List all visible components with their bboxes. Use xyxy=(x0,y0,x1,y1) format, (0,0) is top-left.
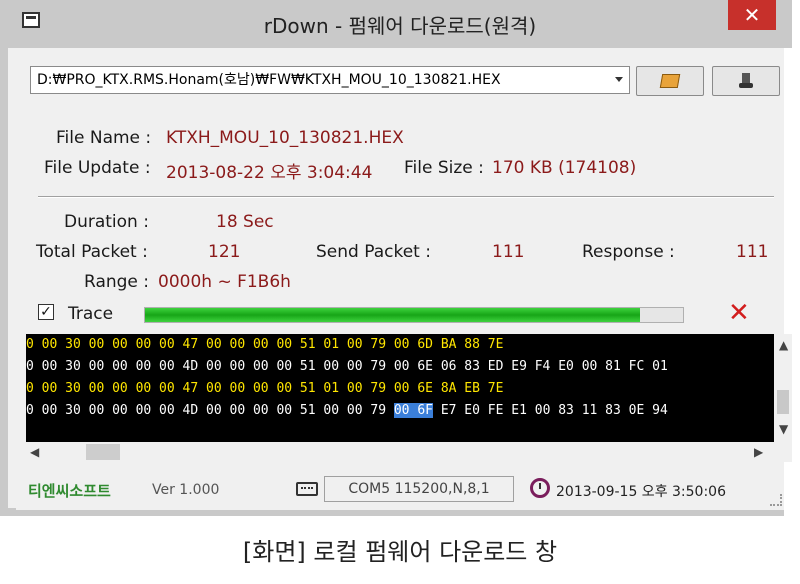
send-packet-label: Send Packet : xyxy=(316,242,431,262)
hex-line: 0 00 30 00 00 00 00 4D 00 00 00 00 51 00… xyxy=(26,359,668,374)
file-name-label: File Name : xyxy=(56,128,152,148)
resize-grip-icon[interactable] xyxy=(770,494,782,506)
status-bar: 티엔씨소프트 Ver 1.000 COM5 115200,N,8,1 2013-… xyxy=(16,472,784,508)
vertical-scrollbar[interactable]: ▲ ▼ xyxy=(774,334,792,442)
caption: [화면] 로컬 펌웨어 다운로드 창 xyxy=(242,538,558,566)
file-update-label: File Update : xyxy=(44,158,151,178)
hex-trace-view[interactable]: 0 00 30 00 00 00 00 47 00 00 00 00 51 01… xyxy=(26,334,774,442)
datetime-label: 2013-09-15 오후 3:50:06 xyxy=(556,484,726,500)
download-device-icon xyxy=(739,73,753,89)
chevron-down-icon[interactable] xyxy=(615,77,623,82)
close-button[interactable]: ✕ xyxy=(728,0,776,30)
duration-value: 18 Sec xyxy=(216,212,274,232)
response-label: Response : xyxy=(582,242,675,262)
title-bar[interactable]: rDown - 펌웨어 다운로드(원격) ✕ xyxy=(8,0,792,48)
download-button[interactable] xyxy=(712,66,780,96)
hex-line: 0 00 30 00 00 00 00 47 00 00 00 00 51 01… xyxy=(26,381,504,396)
send-packet-value: 111 xyxy=(492,242,525,262)
range-value: 0000h ~ F1B6h xyxy=(158,272,291,292)
separator xyxy=(38,196,774,198)
hex-selection[interactable]: 00 6F xyxy=(393,403,433,418)
horizontal-scrollbar[interactable]: ◀ ▶ xyxy=(26,442,792,462)
file-size-label: File Size : xyxy=(404,158,484,178)
file-update-value: 2013-08-22 오후 3:04:44 xyxy=(166,163,373,183)
app-window: rDown - 펌웨어 다운로드(원격) ✕ D:₩PRO_KTX.RMS.Ho… xyxy=(0,0,792,516)
range-label: Range : xyxy=(84,272,150,292)
version-label: Ver 1.000 xyxy=(152,482,220,498)
open-file-button[interactable] xyxy=(636,66,704,96)
progress-fill xyxy=(145,308,640,322)
vertical-scroll-thumb[interactable] xyxy=(777,390,789,414)
scroll-right-icon[interactable]: ▶ xyxy=(754,445,763,459)
hex-line: 0 00 30 00 00 00 00 47 00 00 00 00 51 01… xyxy=(26,337,504,352)
clock-icon xyxy=(530,478,550,498)
hex-text: 0 00 30 00 00 00 00 4D 00 00 00 00 51 00… xyxy=(26,403,394,418)
scroll-left-icon[interactable]: ◀ xyxy=(30,445,39,459)
scroll-up-icon[interactable]: ▲ xyxy=(779,338,788,352)
folder-icon xyxy=(659,74,681,88)
horizontal-scroll-thumb[interactable] xyxy=(86,444,120,460)
hex-text: E7 E0 FE E1 00 83 11 83 0E 94 xyxy=(433,403,668,418)
file-name-value: KTXH_MOU_10_130821.HEX xyxy=(166,128,404,148)
hex-line: 0 00 30 00 00 00 00 4D 00 00 00 00 51 00… xyxy=(26,400,668,422)
response-value: 111 xyxy=(736,242,769,262)
com-port-status: COM5 115200,N,8,1 xyxy=(324,476,514,502)
window-title: rDown - 펌웨어 다운로드(원격) xyxy=(263,14,537,38)
serial-port-icon xyxy=(296,482,318,496)
brand-label: 티엔씨소프트 xyxy=(28,482,111,500)
trace-checkbox[interactable]: ✓ xyxy=(38,304,54,320)
main-panel: D:₩PRO_KTX.RMS.Honam(호남)₩FW₩KTXH_MOU_10_… xyxy=(16,48,792,510)
total-packet-value: 121 xyxy=(208,242,241,262)
duration-label: Duration : xyxy=(64,212,149,232)
scroll-down-icon[interactable]: ▼ xyxy=(779,422,788,436)
total-packet-label: Total Packet : xyxy=(36,242,148,262)
file-path-combobox[interactable]: D:₩PRO_KTX.RMS.Honam(호남)₩FW₩KTXH_MOU_10_… xyxy=(30,66,630,94)
file-size-value: 170 KB (174108) xyxy=(492,158,637,178)
file-path-value: D:₩PRO_KTX.RMS.Honam(호남)₩FW₩KTXH_MOU_10_… xyxy=(37,72,501,88)
trace-label[interactable]: Trace xyxy=(68,304,113,324)
progress-bar xyxy=(144,307,684,323)
cancel-icon[interactable]: ✕ xyxy=(728,300,750,326)
